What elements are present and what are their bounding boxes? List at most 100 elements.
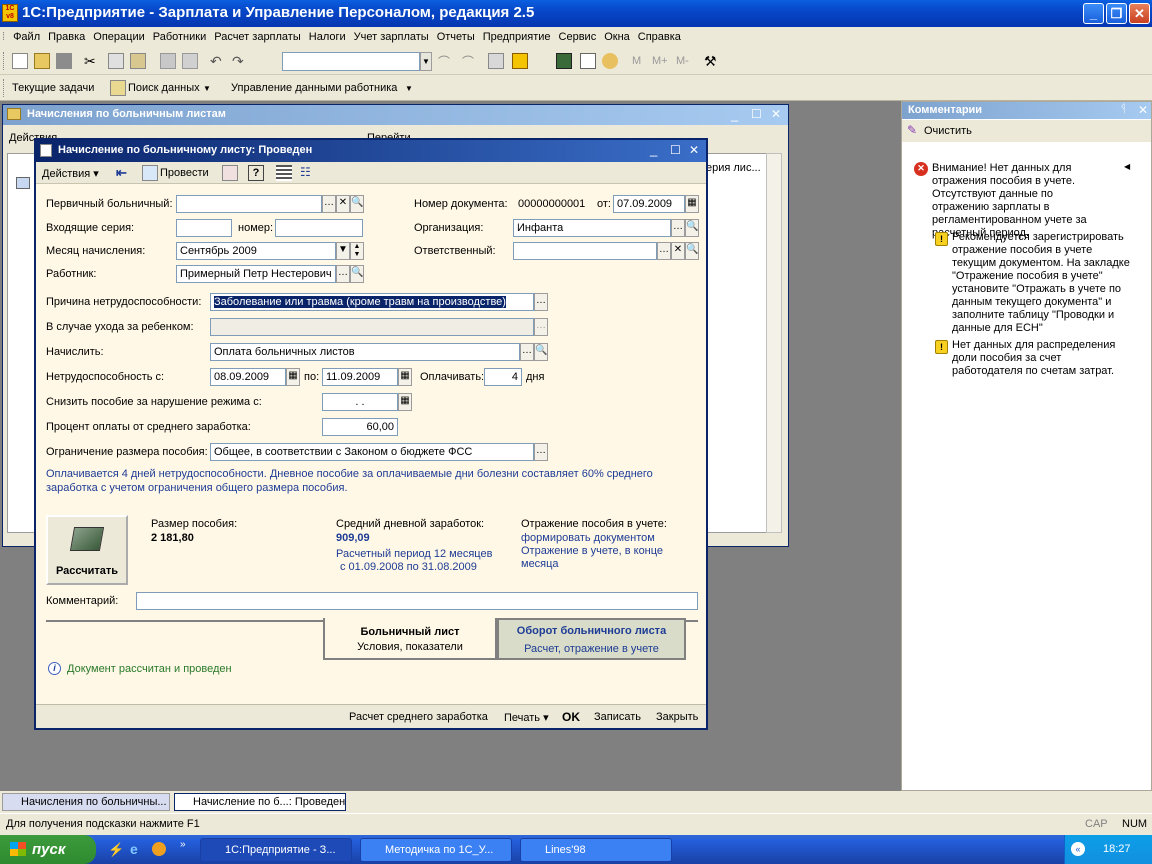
tab-sick-list[interactable]: Больничный лист Условия, показатели — [323, 618, 497, 660]
calculate-button[interactable]: Рассчитать — [46, 515, 128, 585]
disability-to-field[interactable]: 11.09.2009 — [322, 368, 398, 386]
responsible-open-icon[interactable]: 🔍 — [685, 242, 699, 260]
menu-item[interactable]: Расчет зарплаты — [210, 27, 305, 43]
employee-field[interactable]: Примерный Петр Нестерович — [176, 265, 336, 283]
disability-to-calendar-icon[interactable]: ▦ — [398, 368, 412, 386]
structure-icon[interactable]: ☷ — [300, 165, 316, 181]
incoming-series-field[interactable] — [176, 219, 232, 237]
journal-scrollbar[interactable] — [766, 153, 782, 533]
find-next-icon[interactable]: ⌒ — [438, 53, 454, 69]
search-data-dropdown-icon[interactable]: ▼ — [203, 84, 211, 93]
menu-item[interactable]: Файл — [9, 27, 44, 43]
employee-select-button[interactable]: … — [336, 265, 350, 283]
percent-field[interactable]: 60,00 — [322, 418, 398, 436]
taskbar-item-lines[interactable]: Lines'98 — [520, 838, 672, 862]
taskbar-item-1c[interactable]: 1С:Предприятие - З... — [200, 838, 352, 862]
journal-close-button[interactable]: ✕ — [771, 107, 781, 121]
doc-date-field[interactable]: 07.09.2009 — [613, 195, 685, 213]
open-icon[interactable] — [34, 53, 50, 69]
windows-icon[interactable] — [488, 53, 504, 69]
new-doc-icon[interactable] — [12, 53, 28, 69]
minimize-button[interactable]: _ — [1083, 3, 1104, 24]
menu-item[interactable]: Сервис — [555, 27, 601, 43]
menu-item[interactable]: Налоги — [305, 27, 350, 43]
print-button[interactable]: Печать ▾ — [504, 711, 549, 724]
manage-employee-button[interactable]: Управление данными работника — [231, 82, 397, 94]
responsible-select-button[interactable]: … — [657, 242, 671, 260]
month-spinner-icon[interactable]: ▲ ▼ — [350, 242, 364, 260]
disability-from-field[interactable]: 08.09.2009 — [210, 368, 286, 386]
search-data-button[interactable]: Поиск данных — [128, 82, 200, 94]
menu-item[interactable]: Окна — [600, 27, 634, 43]
employee-open-icon[interactable]: 🔍 — [350, 265, 364, 283]
menu-item[interactable]: Предприятие — [479, 27, 555, 43]
reflect-link[interactable]: формировать документом — [521, 532, 655, 544]
primary-sick-select-button[interactable]: … — [322, 195, 336, 213]
comments-pin-icon[interactable]: ᛩ — [1120, 103, 1127, 115]
manage-employee-dropdown-icon[interactable]: ▼ — [405, 84, 413, 93]
clear-button[interactable]: Очистить — [924, 125, 972, 137]
pay-days-field[interactable]: 4 — [484, 368, 522, 386]
cut-icon[interactable]: ✂ — [84, 53, 100, 69]
close-button[interactable]: Закрыть — [656, 711, 698, 723]
comment-field[interactable] — [136, 592, 698, 610]
responsible-field[interactable] — [513, 242, 657, 260]
month-dropdown-icon[interactable]: ▼ — [336, 242, 350, 260]
actions-menu[interactable]: Действия ▾ — [42, 167, 99, 180]
organization-select-button[interactable]: … — [671, 219, 685, 237]
redo-icon[interactable]: ↷ — [232, 53, 248, 69]
doc-number-field[interactable]: 00000000001 — [514, 195, 592, 213]
save-icon[interactable] — [56, 53, 72, 69]
calc-period-line1[interactable]: Расчетный период 12 месяцев — [336, 548, 492, 560]
window-tab-journal[interactable]: Начисления по больничны... — [2, 793, 170, 811]
dialog-minimize-button[interactable]: _ — [650, 142, 657, 157]
primary-sick-clear-button[interactable]: ✕ — [336, 195, 350, 213]
journal-column-header[interactable]: ерия лис... — [706, 162, 761, 174]
limit-field[interactable]: Общее, в соответствии с Законом о бюджет… — [210, 443, 534, 461]
reason-field[interactable]: Заболевание или травма (кроме травм на п… — [210, 293, 534, 311]
close-app-button[interactable]: ✕ — [1129, 3, 1150, 24]
help-icon[interactable]: ? — [248, 165, 264, 181]
menu-item[interactable]: Правка — [44, 27, 89, 43]
reason-select-button[interactable]: … — [534, 293, 548, 311]
taskbar-item-word[interactable]: Методичка по 1С_У... — [360, 838, 512, 862]
accrue-open-icon[interactable]: 🔍 — [534, 343, 548, 361]
menu-item[interactable]: Операции — [89, 27, 148, 43]
reflect-line2[interactable]: Отражение в учете, в конце — [521, 545, 663, 557]
menu-item[interactable]: Отчеты — [433, 27, 479, 43]
month-field[interactable]: Сентябрь 2009 — [176, 242, 336, 260]
undo-icon[interactable]: ↶ — [210, 53, 226, 69]
save-button[interactable]: Записать — [594, 711, 641, 723]
primary-sick-field[interactable] — [176, 195, 322, 213]
comments-close-button[interactable]: ✕ — [1138, 103, 1148, 117]
reflect-line3[interactable]: месяца — [521, 558, 559, 570]
tab-sick-list-turnover[interactable]: Оборот больничного листа Расчет, отражен… — [497, 618, 686, 660]
post-button[interactable]: Провести — [160, 167, 209, 179]
organization-open-icon[interactable]: 🔍 — [685, 219, 699, 237]
current-tasks-button[interactable]: Текущие задачи — [12, 82, 94, 94]
menu-item[interactable]: Справка — [634, 27, 685, 43]
quicklaunch-icon[interactable]: ⚡ — [108, 842, 124, 858]
doc-date-calendar-icon[interactable]: ▦ — [685, 195, 699, 213]
ok-button[interactable]: OK — [562, 710, 580, 724]
responsible-clear-button[interactable]: ✕ — [671, 242, 685, 260]
reduce-calendar-icon[interactable]: ▦ — [398, 393, 412, 411]
m-plus-button[interactable]: M+ — [652, 55, 668, 67]
comments-collapse-icon[interactable]: ◀ — [1124, 162, 1130, 171]
menu-item[interactable]: Учет зарплаты — [350, 27, 433, 43]
tools-icon[interactable]: ⚒ — [704, 53, 720, 69]
limit-select-button[interactable]: … — [534, 443, 548, 461]
back-arrow-icon[interactable]: ⇤ — [116, 165, 132, 181]
calculator-icon[interactable] — [556, 53, 572, 69]
search-combo-arrow-icon[interactable]: ▼ — [420, 52, 432, 71]
media-icon[interactable] — [152, 842, 166, 856]
preview-icon[interactable] — [182, 53, 198, 69]
reduce-date-field[interactable]: . . — [322, 393, 398, 411]
m-button[interactable]: M — [632, 55, 641, 67]
find-prev-icon[interactable]: ⌒ — [462, 53, 478, 69]
ie-icon[interactable]: e — [130, 841, 138, 857]
child-care-field[interactable] — [210, 318, 534, 336]
user-icon[interactable] — [602, 53, 618, 69]
print-icon[interactable] — [160, 53, 176, 69]
accrue-select-button[interactable]: … — [520, 343, 534, 361]
